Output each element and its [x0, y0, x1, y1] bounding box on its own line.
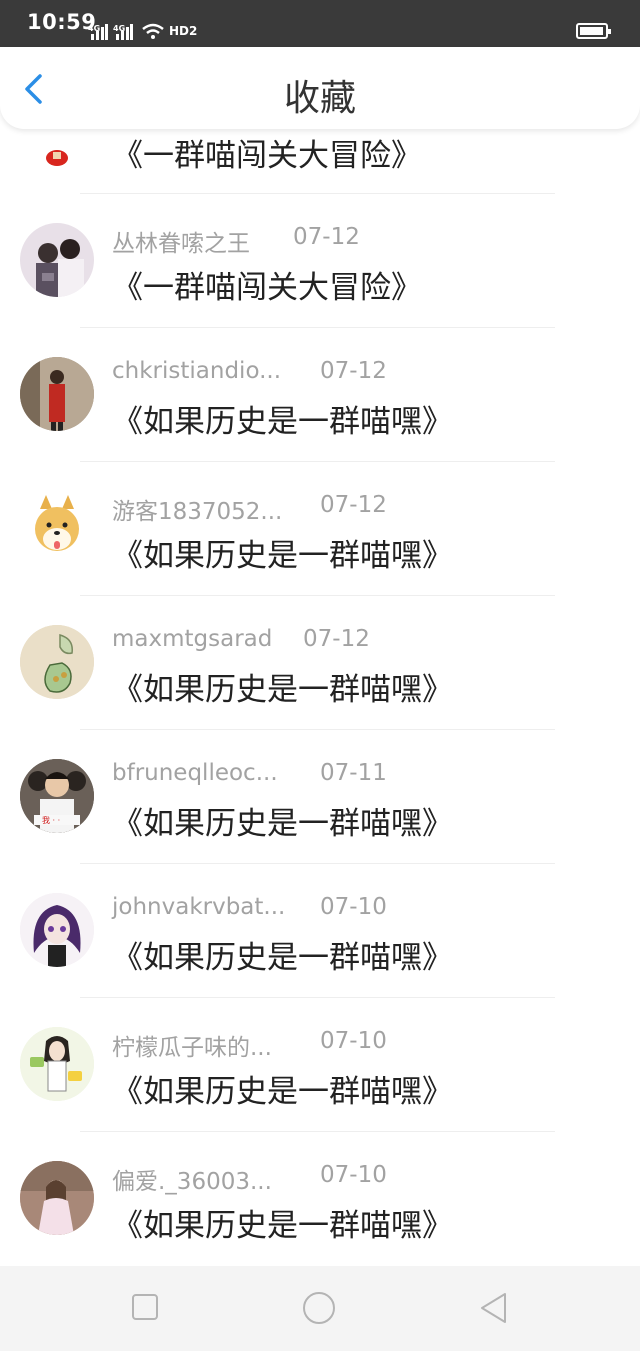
divider [80, 729, 555, 730]
system-nav-bar [0, 1266, 640, 1351]
status-bar: 10:59 4G 4G HD2 [0, 0, 640, 47]
list-item[interactable]: 柠檬瓜子味的... 07-10 《如果历史是一群喵嘿》 [0, 1004, 640, 1138]
avatar[interactable] [20, 893, 94, 967]
avatar[interactable] [20, 129, 94, 170]
comic-title: 《如果历史是一群喵嘿》 [112, 940, 453, 976]
back-triangle-icon[interactable] [477, 1291, 511, 1325]
recent-apps-icon[interactable] [129, 1291, 163, 1325]
comic-title: 《如果历史是一群喵嘿》 [112, 1208, 453, 1244]
wifi-icon [142, 23, 164, 39]
page-title: 收藏 [283, 78, 356, 119]
comic-title: 《一群喵闯关大冒险》 [112, 270, 422, 306]
comic-title: 《一群喵闯关大冒险》 [112, 138, 422, 174]
divider [80, 863, 555, 864]
username-label: 游客1837052... [112, 499, 283, 525]
svg-text:我 · ·: 我 · · [42, 815, 60, 825]
signal-icon [91, 24, 108, 40]
battery-icon [576, 23, 611, 39]
avatar[interactable] [20, 625, 94, 699]
comic-title: 《如果历史是一群喵嘿》 [112, 806, 453, 842]
list-item[interactable]: 偏爱._36003... 07-10 《如果历史是一群喵嘿》 [0, 1138, 640, 1266]
divider [80, 193, 555, 194]
list-item[interactable]: 丛林眷嗦之王 07-12 《一群喵闯关大冒险》 [0, 200, 640, 334]
avatar[interactable] [20, 1161, 94, 1235]
home-icon[interactable] [302, 1291, 336, 1325]
list-item[interactable]: chkristiandio... 07-12 《如果历史是一群喵嘿》 [0, 334, 640, 468]
avatar[interactable] [20, 357, 94, 431]
favorites-list[interactable]: 《一群喵闯关大冒险》 丛林眷嗦之王 07-12 《一群喵闯关大冒险》 chkri… [0, 129, 640, 1266]
comic-title: 《如果历史是一群喵嘿》 [112, 538, 453, 574]
list-item[interactable]: maxmtgsarad 07-12 《如果历史是一群喵嘿》 [0, 602, 640, 736]
date-label: 07-12 [320, 358, 387, 384]
list-item[interactable]: johnvakrvbat... 07-10 《如果历史是一群喵嘿》 [0, 870, 640, 1004]
date-label: 07-10 [320, 1162, 387, 1188]
date-label: 07-12 [303, 626, 370, 652]
divider [80, 461, 555, 462]
username-label: chkristiandio... [112, 358, 282, 384]
avatar[interactable]: 我 · · [20, 759, 94, 833]
username-label: bfruneqlleoc... [112, 760, 278, 786]
app-header: 收藏 [0, 47, 640, 129]
date-label: 07-10 [320, 1028, 387, 1054]
date-label: 07-11 [320, 760, 387, 786]
list-item[interactable]: 《一群喵闯关大冒险》 [0, 129, 640, 200]
divider [80, 327, 555, 328]
divider [80, 1131, 555, 1132]
comic-title: 《如果历史是一群喵嘿》 [112, 404, 453, 440]
avatar[interactable] [20, 491, 94, 565]
date-label: 07-12 [293, 224, 360, 250]
signal-icon [116, 24, 133, 40]
list-item[interactable]: 我 · · bfruneqlleoc... 07-11 《如果历史是一群喵嘿》 [0, 736, 640, 870]
date-label: 07-10 [320, 894, 387, 920]
comic-title: 《如果历史是一群喵嘿》 [112, 672, 453, 708]
username-label: 丛林眷嗦之王 [112, 231, 250, 257]
username-label: maxmtgsarad [112, 626, 273, 652]
date-label: 07-12 [320, 492, 387, 518]
status-time: 10:59 [27, 10, 97, 34]
divider [80, 595, 555, 596]
comic-title: 《如果历史是一群喵嘿》 [112, 1074, 453, 1110]
divider [80, 997, 555, 998]
list-item[interactable]: 游客1837052... 07-12 《如果历史是一群喵嘿》 [0, 468, 640, 602]
username-label: 柠檬瓜子味的... [112, 1035, 272, 1061]
avatar[interactable] [20, 223, 94, 297]
username-label: johnvakrvbat... [112, 894, 286, 920]
username-label: 偏爱._36003... [112, 1169, 272, 1195]
hd-label: HD2 [169, 24, 198, 38]
avatar[interactable] [20, 1027, 94, 1101]
